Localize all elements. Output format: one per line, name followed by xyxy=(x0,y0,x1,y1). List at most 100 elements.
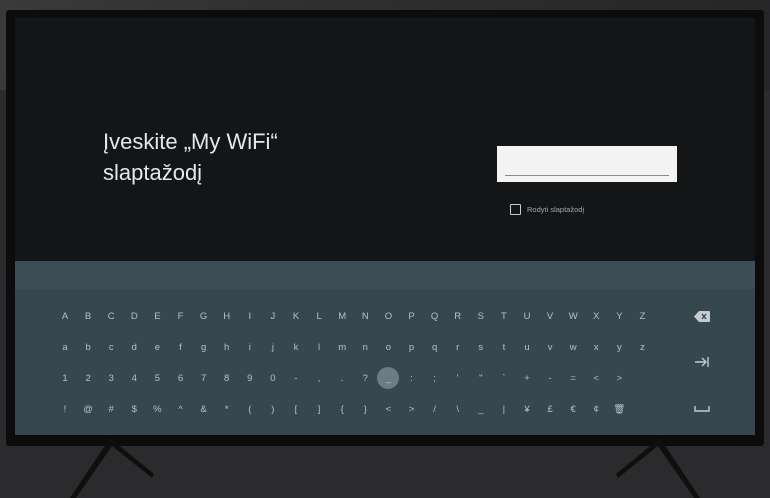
key-lowercase-0[interactable]: a xyxy=(57,337,73,357)
key-uppercase-11[interactable]: L xyxy=(311,306,327,326)
key-digits-13[interactable]: ? xyxy=(357,368,373,388)
key-lowercase-7[interactable]: h xyxy=(219,337,235,357)
key-symbols-12[interactable]: { xyxy=(334,399,350,419)
key-lowercase-13[interactable]: n xyxy=(357,337,373,357)
key-uppercase-25[interactable]: Z xyxy=(635,306,651,326)
key-symbols-21[interactable]: £ xyxy=(542,399,558,419)
key-symbols-7[interactable]: * xyxy=(219,399,235,419)
key-uppercase-12[interactable]: M xyxy=(334,306,350,326)
key-lowercase-6[interactable]: g xyxy=(196,337,212,357)
key-symbols-13[interactable]: } xyxy=(357,399,373,419)
key-lowercase-17[interactable]: r xyxy=(450,337,466,357)
key-uppercase-23[interactable]: X xyxy=(588,306,604,326)
key-symbols-24[interactable]: 🗑 xyxy=(611,399,627,419)
key-lowercase-8[interactable]: i xyxy=(242,337,258,357)
key-uppercase-5[interactable]: F xyxy=(173,306,189,326)
key-uppercase-13[interactable]: N xyxy=(357,306,373,326)
key-lowercase-11[interactable]: l xyxy=(311,337,327,357)
key-symbols-23[interactable]: ¢ xyxy=(588,399,604,419)
key-uppercase-21[interactable]: V xyxy=(542,306,558,326)
key-lowercase-10[interactable]: k xyxy=(288,337,304,357)
key-lowercase-23[interactable]: x xyxy=(588,337,604,357)
key-lowercase-22[interactable]: w xyxy=(565,337,581,357)
key-digits-9[interactable]: 0 xyxy=(265,368,281,388)
next-key[interactable] xyxy=(691,352,713,372)
key-symbols-19[interactable]: | xyxy=(496,399,512,419)
key-uppercase-18[interactable]: S xyxy=(473,306,489,326)
key-uppercase-24[interactable]: Y xyxy=(611,306,627,326)
key-symbols-8[interactable]: ( xyxy=(242,399,258,419)
key-uppercase-14[interactable]: O xyxy=(380,306,396,326)
key-symbols-22[interactable]: € xyxy=(565,399,581,419)
key-uppercase-22[interactable]: W xyxy=(565,306,581,326)
key-lowercase-12[interactable]: m xyxy=(334,337,350,357)
key-digits-3[interactable]: 4 xyxy=(126,368,142,388)
key-digits-2[interactable]: 3 xyxy=(103,368,119,388)
key-uppercase-2[interactable]: C xyxy=(103,306,119,326)
key-lowercase-16[interactable]: q xyxy=(427,337,443,357)
key-uppercase-9[interactable]: J xyxy=(265,306,281,326)
key-lowercase-15[interactable]: p xyxy=(404,337,420,357)
key-lowercase-1[interactable]: b xyxy=(80,337,96,357)
key-digits-10[interactable]: - xyxy=(288,368,304,388)
key-symbols-5[interactable]: ^ xyxy=(173,399,189,419)
key-lowercase-3[interactable]: d xyxy=(126,337,142,357)
key-digits-6[interactable]: 7 xyxy=(196,368,212,388)
key-symbols-18[interactable]: _ xyxy=(473,399,489,419)
key-uppercase-8[interactable]: I xyxy=(242,306,258,326)
key-uppercase-17[interactable]: R xyxy=(450,306,466,326)
key-symbols-11[interactable]: ] xyxy=(311,399,327,419)
key-lowercase-18[interactable]: s xyxy=(473,337,489,357)
key-digits-17[interactable]: ' xyxy=(450,368,466,388)
key-uppercase-19[interactable]: T xyxy=(496,306,512,326)
key-symbols-17[interactable]: \ xyxy=(450,399,466,419)
key-digits-20[interactable]: + xyxy=(519,368,535,388)
key-lowercase-2[interactable]: c xyxy=(103,337,119,357)
key-uppercase-3[interactable]: D xyxy=(126,306,142,326)
key-digits-19[interactable]: ` xyxy=(496,368,512,388)
key-uppercase-10[interactable]: K xyxy=(288,306,304,326)
key-digits-7[interactable]: 8 xyxy=(219,368,235,388)
key-symbols-10[interactable]: [ xyxy=(288,399,304,419)
key-digits-4[interactable]: 5 xyxy=(149,368,165,388)
key-digits-5[interactable]: 6 xyxy=(173,368,189,388)
key-lowercase-25[interactable]: z xyxy=(635,337,651,357)
key-uppercase-0[interactable]: A xyxy=(57,306,73,326)
key-uppercase-16[interactable]: Q xyxy=(427,306,443,326)
key-uppercase-6[interactable]: G xyxy=(196,306,212,326)
key-symbols-2[interactable]: # xyxy=(103,399,119,419)
key-symbols-20[interactable]: ¥ xyxy=(519,399,535,419)
key-lowercase-4[interactable]: e xyxy=(149,337,165,357)
key-uppercase-4[interactable]: E xyxy=(149,306,165,326)
key-digits-22[interactable]: = xyxy=(565,368,581,388)
key-symbols-14[interactable]: < xyxy=(380,399,396,419)
backspace-key[interactable] xyxy=(691,306,713,326)
key-digits-1[interactable]: 2 xyxy=(80,368,96,388)
key-digits-14[interactable]: _ xyxy=(377,367,400,389)
key-digits-16[interactable]: ; xyxy=(427,368,443,388)
key-digits-24[interactable]: > xyxy=(611,368,627,388)
key-uppercase-1[interactable]: B xyxy=(80,306,96,326)
show-password-toggle[interactable]: Rodyti slaptažodį xyxy=(510,204,584,215)
key-lowercase-20[interactable]: u xyxy=(519,337,535,357)
key-lowercase-19[interactable]: t xyxy=(496,337,512,357)
show-password-checkbox[interactable] xyxy=(510,204,521,215)
key-symbols-16[interactable]: / xyxy=(427,399,443,419)
key-lowercase-21[interactable]: v xyxy=(542,337,558,357)
key-symbols-6[interactable]: & xyxy=(196,399,212,419)
key-digits-11[interactable]: , xyxy=(311,368,327,388)
key-digits-15[interactable]: : xyxy=(404,368,420,388)
key-lowercase-5[interactable]: f xyxy=(173,337,189,357)
password-input[interactable] xyxy=(497,146,677,182)
key-lowercase-24[interactable]: y xyxy=(611,337,627,357)
key-symbols-0[interactable]: ! xyxy=(57,399,73,419)
key-digits-0[interactable]: 1 xyxy=(57,368,73,388)
key-digits-8[interactable]: 9 xyxy=(242,368,258,388)
key-uppercase-7[interactable]: H xyxy=(219,306,235,326)
key-symbols-3[interactable]: $ xyxy=(126,399,142,419)
key-symbols-9[interactable]: ) xyxy=(265,399,281,419)
key-symbols-4[interactable]: % xyxy=(149,399,165,419)
space-key[interactable] xyxy=(691,399,713,419)
key-digits-21[interactable]: - xyxy=(542,368,558,388)
key-symbols-15[interactable]: > xyxy=(404,399,420,419)
